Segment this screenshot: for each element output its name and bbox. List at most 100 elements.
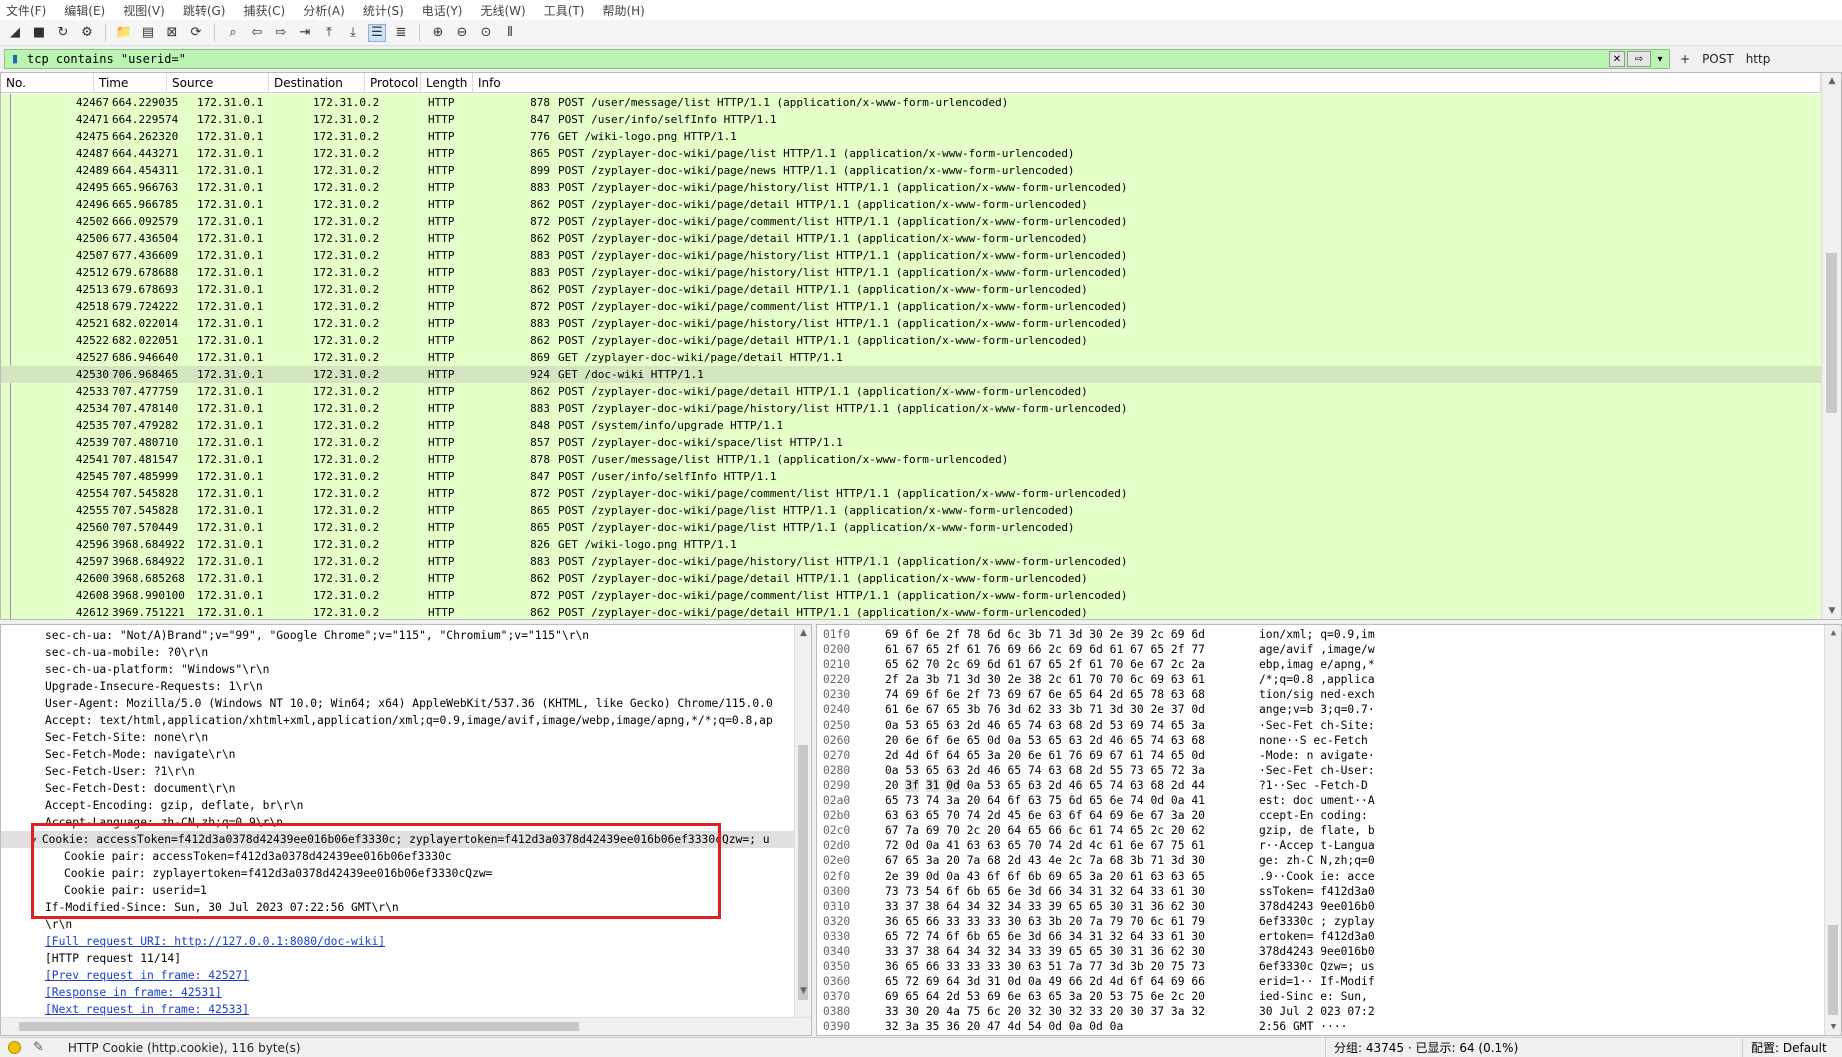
hex-byte[interactable]: 36 — [885, 960, 899, 973]
hex-row[interactable]: 0200 61 67 65 2f 61 76 69 66 2c 69 6d 61 … — [817, 642, 1841, 657]
packet-row[interactable]: 42512 679.678688 172.31.0.1 172.31.0.2 HTTP 8… — [1, 264, 1821, 281]
hex-byte[interactable]: 65 — [1048, 658, 1062, 671]
hex-byte[interactable]: 30 — [905, 1005, 919, 1018]
hex-byte[interactable]: 61 — [1130, 749, 1144, 762]
last-packet-icon[interactable]: ⤓ — [344, 24, 362, 42]
hex-byte[interactable]: 74 — [967, 809, 981, 822]
hex-byte[interactable]: 67 — [1028, 658, 1042, 671]
detail-row[interactable]: Accept-Encoding: gzip, deflate, br\r\n — [1, 797, 795, 814]
hex-byte[interactable]: 65 — [885, 658, 899, 671]
hex-byte[interactable]: 69 — [926, 975, 940, 988]
hex-byte[interactable]: 68 — [987, 854, 1001, 867]
hex-byte[interactable]: 63 — [1028, 779, 1042, 792]
hex-byte[interactable]: 62 — [905, 658, 919, 671]
hex-byte[interactable]: 0a — [1008, 734, 1022, 747]
hex-byte[interactable]: 20 — [1150, 960, 1164, 973]
hex-byte[interactable]: 2c — [1171, 990, 1185, 1003]
hex-byte[interactable]: 43 — [967, 870, 981, 883]
hex-byte[interactable]: 6f — [946, 930, 960, 943]
hex-byte[interactable]: 74 — [1150, 719, 1164, 732]
hex-byte[interactable]: 20 — [1069, 915, 1083, 928]
hex-row[interactable]: 0380 33 30 20 4a 75 6c 20 32 30 32 33 20 … — [817, 1004, 1841, 1019]
packet-row[interactable]: 42597 3968.684922 172.31.0.1 172.31.0.2 HTTP… — [1, 553, 1821, 570]
menu-item[interactable]: 电话(Y) — [422, 2, 463, 19]
hex-byte[interactable]: 67 — [1110, 749, 1124, 762]
hex-byte[interactable]: 2d — [885, 749, 899, 762]
hex-byte[interactable]: 66 — [1191, 975, 1205, 988]
hex-byte[interactable]: 46 — [987, 764, 1001, 777]
hex-byte[interactable]: 6c — [1130, 673, 1144, 686]
hex-byte[interactable]: 71 — [1150, 854, 1164, 867]
hex-row[interactable]: 01f0 69 6f 6e 2f 78 6d 6c 3b 71 3d 30 2e … — [817, 627, 1841, 642]
hex-byte[interactable]: 46 — [1110, 734, 1124, 747]
hex-byte[interactable]: 73 — [905, 794, 919, 807]
hex-byte[interactable]: 61 — [1171, 930, 1185, 943]
hex-byte[interactable]: 34 — [1069, 930, 1083, 943]
menu-item[interactable]: 跳转(G) — [183, 2, 226, 19]
hex-byte[interactable]: 20 — [885, 734, 899, 747]
hex-byte[interactable]: 78 — [967, 628, 981, 641]
hex-byte[interactable]: 63 — [885, 809, 899, 822]
hex-byte[interactable]: 0d — [1191, 703, 1205, 716]
hex-row[interactable]: 0280 0a 53 65 63 2d 46 65 74 63 68 2d 55 … — [817, 763, 1841, 778]
hex-byte[interactable]: 75 — [967, 1005, 981, 1018]
hex-byte[interactable]: 65 — [926, 809, 940, 822]
scroll-up-icon[interactable]: ▲ — [795, 625, 811, 641]
reload-icon[interactable]: ⟳ — [187, 24, 205, 42]
hex-byte[interactable]: 3b — [1130, 854, 1144, 867]
hex-byte[interactable]: 64 — [946, 749, 960, 762]
hex-byte[interactable]: 0d — [946, 778, 960, 792]
hex-byte[interactable]: 36 — [1150, 945, 1164, 958]
hex-byte[interactable]: 69 — [926, 824, 940, 837]
hex-byte[interactable]: 7a — [1089, 915, 1103, 928]
hex-byte[interactable]: 20 — [926, 1005, 940, 1018]
hex-byte[interactable]: 3d — [1110, 703, 1124, 716]
hex-byte[interactable]: 64 — [1008, 824, 1022, 837]
hex-byte[interactable]: 65 — [987, 930, 1001, 943]
hex-byte[interactable]: 2d — [1008, 854, 1022, 867]
hex-byte[interactable]: 33 — [1048, 703, 1062, 716]
hex-byte[interactable]: 2f — [946, 628, 960, 641]
hex-byte[interactable]: 66 — [1048, 930, 1062, 943]
hex-byte[interactable]: 65 — [1150, 764, 1164, 777]
hex-byte[interactable]: 34 — [967, 900, 981, 913]
filter-history-chevron-down-icon[interactable]: ▾ — [1653, 51, 1667, 67]
hex-byte[interactable]: 70 — [1110, 673, 1124, 686]
detail-row[interactable]: Sec-Fetch-User: ?1\r\n — [1, 763, 795, 780]
packet-row[interactable]: 42518 679.724222 172.31.0.1 172.31.0.2 HTTP 8… — [1, 298, 1821, 315]
detail-link-text[interactable]: [Next request in frame: 42533] — [45, 1003, 249, 1016]
hex-byte[interactable]: 32 — [1191, 1005, 1205, 1018]
hex-byte[interactable]: 67 — [1150, 839, 1164, 852]
hex-row[interactable]: 0230 74 69 6f 6e 2f 73 69 67 6e 65 64 2d … — [817, 687, 1841, 702]
hex-row[interactable]: 0350 36 65 66 33 33 33 30 63 51 7a 77 3d … — [817, 959, 1841, 974]
hex-byte[interactable]: 0d — [1048, 1020, 1062, 1033]
hex-byte[interactable]: 64 — [926, 990, 940, 1003]
hex-byte[interactable]: 31 — [987, 975, 1001, 988]
detail-row[interactable]: Sec-Fetch-Site: none\r\n — [1, 729, 795, 746]
hex-byte[interactable]: 6e — [905, 703, 919, 716]
hex-byte[interactable]: 6d — [1089, 643, 1103, 656]
hex-byte[interactable]: 66 — [926, 915, 940, 928]
hex-byte[interactable]: 6e — [1048, 688, 1062, 701]
hex-byte[interactable]: 2d — [1089, 734, 1103, 747]
zoom-out-icon[interactable]: ⊖ — [453, 24, 471, 42]
packet-row[interactable]: 42600 3968.685268 172.31.0.1 172.31.0.2 HTTP… — [1, 570, 1821, 587]
hex-byte[interactable]: 53 — [1028, 734, 1042, 747]
expert-info-led-icon[interactable] — [8, 1041, 21, 1054]
hex-byte[interactable]: 67 — [1130, 643, 1144, 656]
hex-byte[interactable]: 30 — [1048, 1005, 1062, 1018]
close-file-icon[interactable]: ⊠ — [163, 24, 181, 42]
hex-byte[interactable]: 30 — [1008, 960, 1022, 973]
hex-byte[interactable]: 64 — [1089, 809, 1103, 822]
hex-byte[interactable]: 65 — [1089, 945, 1103, 958]
hex-byte[interactable]: 6c — [1150, 915, 1164, 928]
hex-row[interactable]: 0330 65 72 74 6f 6b 65 6e 3d 66 34 31 32 … — [817, 929, 1841, 944]
hex-byte[interactable]: 70 — [1130, 915, 1144, 928]
hex-row[interactable]: 0390 32 3a 35 36 20 47 4d 54 0d 0a 0d 0a … — [817, 1019, 1841, 1034]
scroll-up-icon[interactable]: ▲ — [1825, 625, 1841, 641]
hex-byte[interactable]: 68 — [1069, 764, 1083, 777]
hex-byte[interactable]: 4a — [946, 1005, 960, 1018]
packet-row[interactable]: 42507 677.436609 172.31.0.1 172.31.0.2 HTTP 8… — [1, 247, 1821, 264]
hex-byte[interactable]: 69 — [987, 990, 1001, 1003]
hex-byte[interactable]: 77 — [1089, 960, 1103, 973]
